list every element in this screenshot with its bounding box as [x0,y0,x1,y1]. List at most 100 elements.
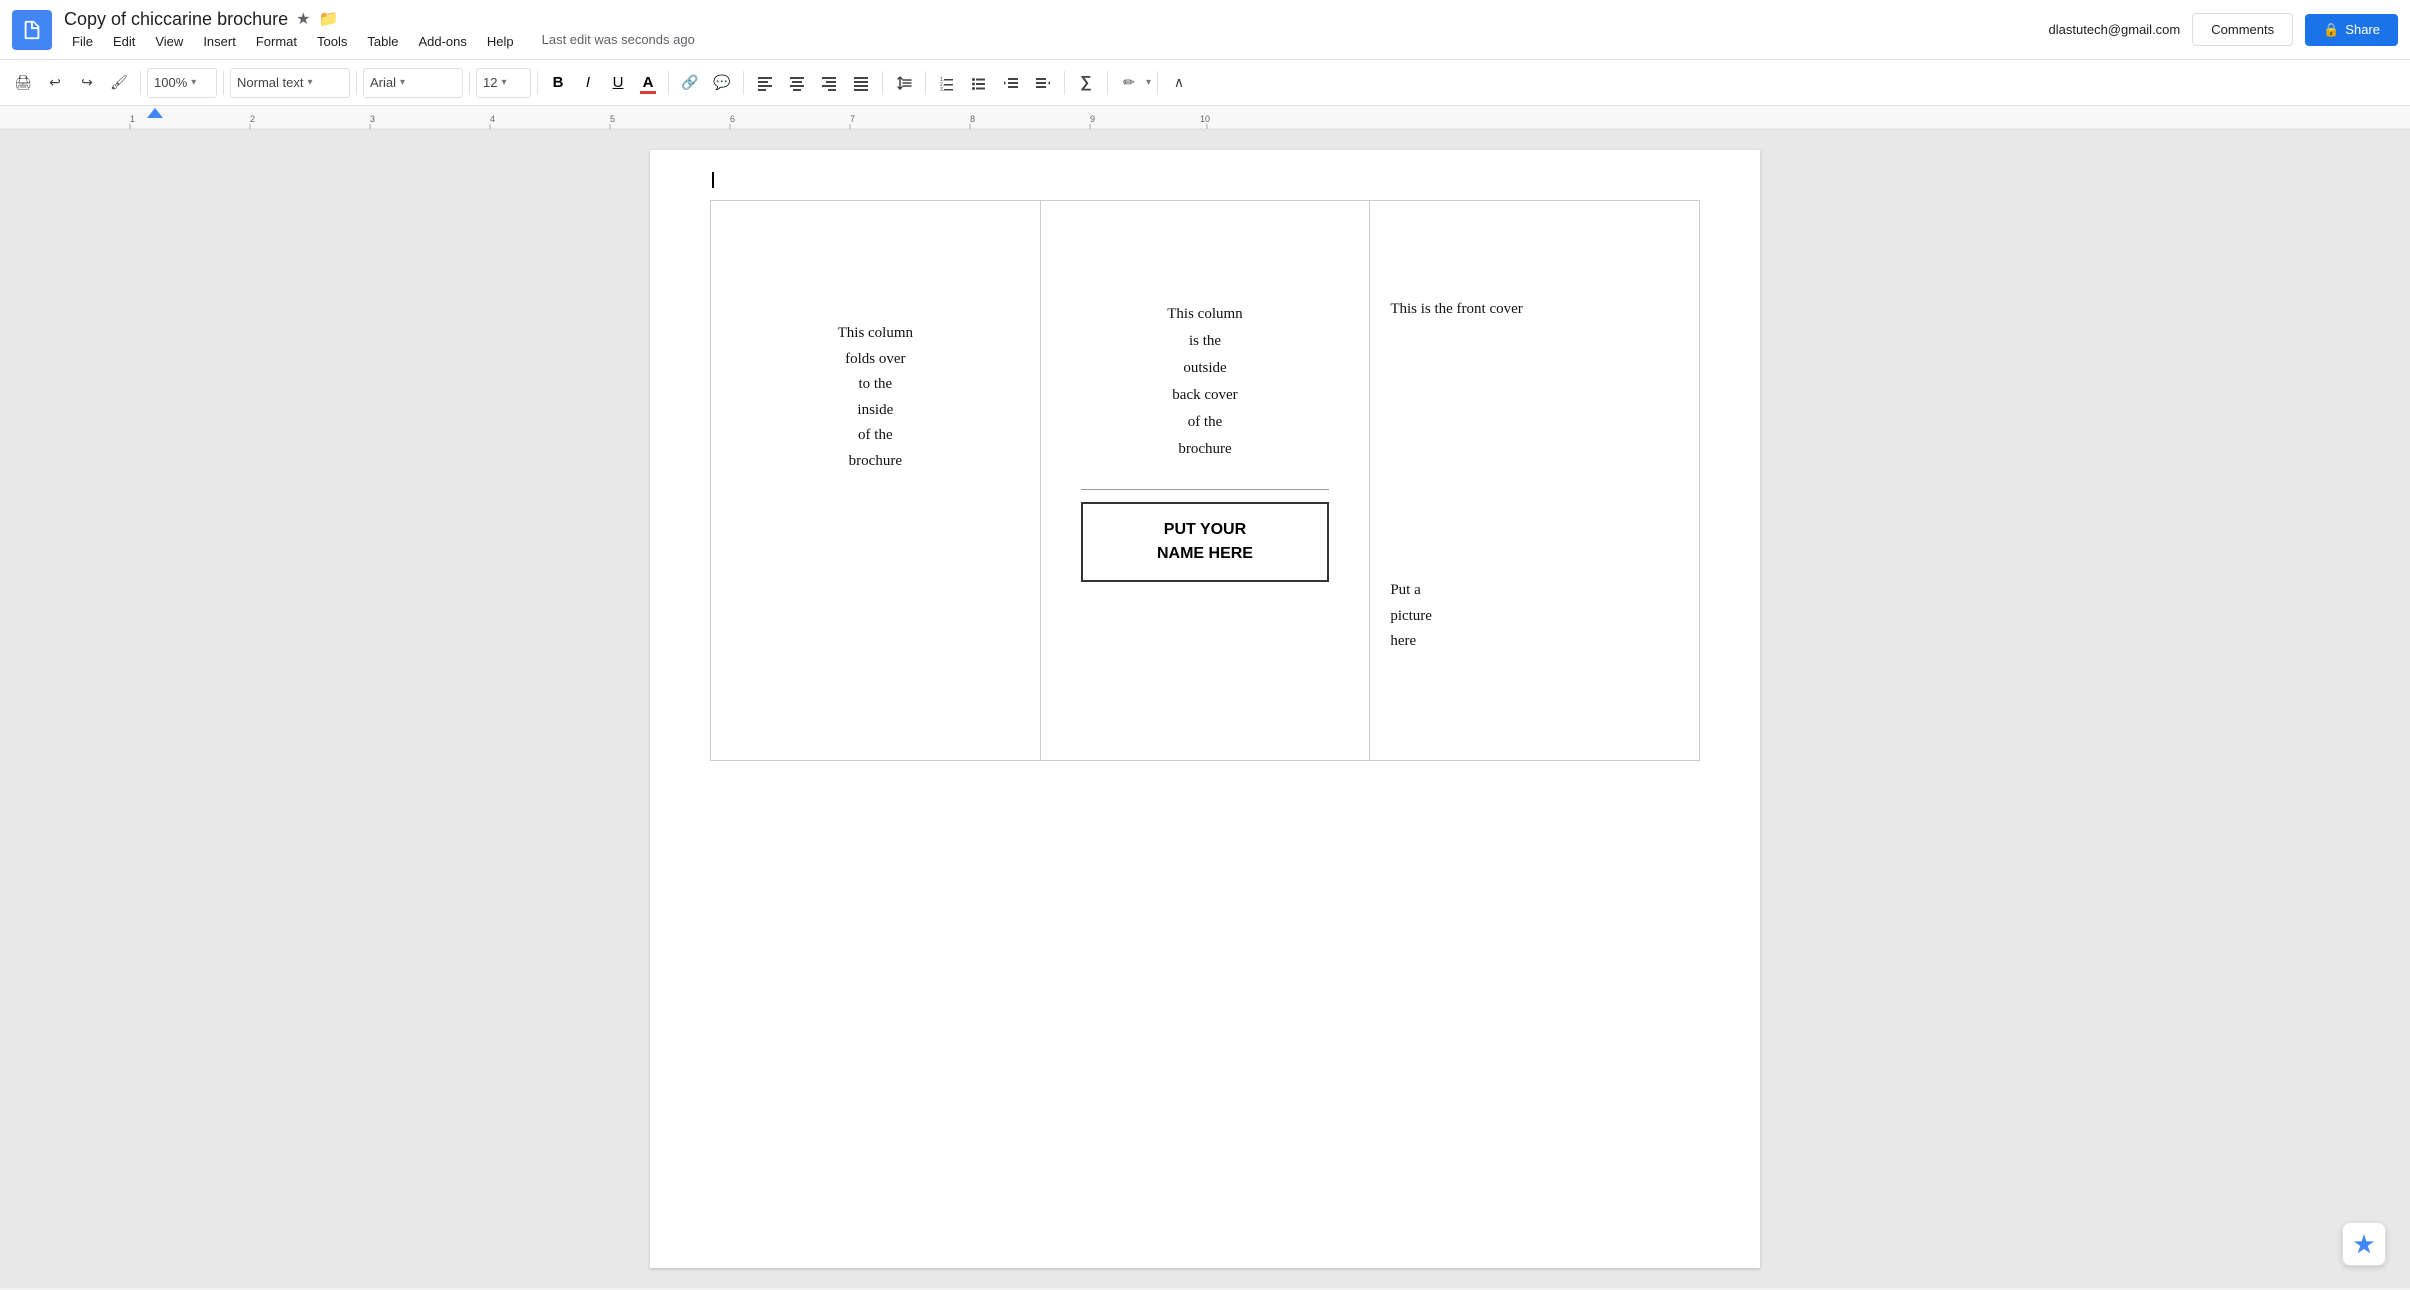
svg-text:10: 10 [1200,114,1210,124]
svg-text:3: 3 [370,114,375,124]
text-color-indicator [640,91,656,94]
align-right-button[interactable] [814,68,844,98]
menu-tools[interactable]: Tools [309,32,355,51]
name-box-text: PUT YOURNAME HERE [1093,518,1318,566]
redo-icon: ↪ [81,74,93,91]
save-status: Last edit was seconds ago [542,32,695,51]
align-justify-button[interactable] [846,68,876,98]
divider-11 [1107,71,1108,95]
numbered-list-icon: 1.2.3. [939,75,955,91]
divider-7 [743,71,744,95]
font-size-dropdown[interactable]: 12 ▾ [476,68,531,98]
cursor [712,172,714,188]
star-icon[interactable]: ★ [296,9,310,29]
align-justify-icon [853,75,869,91]
indent-more-button[interactable] [1028,68,1058,98]
svg-text:1: 1 [130,114,135,124]
menu-edit[interactable]: Edit [105,32,143,51]
collapse-toolbar-button[interactable]: ∧ [1164,68,1194,98]
folder-icon[interactable]: 📁 [318,9,338,29]
pen-icon: ✏ [1123,74,1135,91]
italic-button[interactable]: I [574,69,602,97]
bullet-list-icon [971,75,987,91]
menu-addons[interactable]: Add-ons [410,32,474,51]
undo-button[interactable]: ↩ [40,68,70,98]
share-label: Share [2345,22,2380,37]
menu-view[interactable]: View [147,32,191,51]
menu-help[interactable]: Help [479,32,522,51]
divider-12 [1157,71,1158,95]
top-right: dlastutech@gmail.com Comments 🔒 Share [2049,13,2398,46]
print-button[interactable]: 🖨 [8,68,38,98]
toolbar: 🖨 ↩ ↪ 🖌 100% ▾ Normal text ▾ Arial ▾ 12 … [0,60,2410,106]
font-name-value: Arial [370,75,396,90]
col3-front-text: This is the front cover [1390,221,1679,318]
zoom-arrow: ▾ [191,77,196,88]
col3-picture-text: Put apicturehere [1390,578,1679,655]
align-left-icon [757,75,773,91]
share-button[interactable]: 🔒 Share [2305,14,2398,46]
align-center-icon [789,75,805,91]
paint-format-button[interactable]: 🖌 [104,68,134,98]
brochure-col2[interactable]: This columnis theoutsideback coverof the… [1040,201,1370,761]
brochure-col1[interactable]: This columnfolds overto theinsideof theb… [711,201,1041,761]
numbered-list-button[interactable]: 1.2.3. [932,68,962,98]
comments-button[interactable]: Comments [2192,13,2293,46]
svg-text:9: 9 [1090,114,1095,124]
comment-button[interactable]: 💬 [707,68,737,98]
indent-less-icon [1003,75,1019,91]
text-color-button[interactable]: A [634,69,662,97]
paint-format-icon: 🖌 [110,74,128,91]
link-button[interactable]: 🔗 [675,68,705,98]
zoom-value: 100% [154,75,187,90]
collapse-icon: ∧ [1174,74,1184,91]
menu-file[interactable]: File [64,32,101,51]
col1-text: This columnfolds overto theinsideof theb… [731,221,1020,474]
pen-button[interactable]: ✏ [1114,68,1144,98]
menu-insert[interactable]: Insert [195,32,244,51]
doc-title[interactable]: Copy of chiccarine brochure [64,9,288,30]
font-name-arrow: ▾ [400,77,405,88]
font-style-value: Normal text [237,75,303,90]
divider-6 [668,71,669,95]
page[interactable]: This columnfolds overto theinsideof theb… [650,150,1760,1268]
indent-more-icon [1035,75,1051,91]
col2-top-text: This columnis theoutsideback coverof the… [1061,221,1350,479]
font-name-dropdown[interactable]: Arial ▾ [363,68,463,98]
user-email[interactable]: dlastutech@gmail.com [2049,22,2181,37]
underline-button[interactable]: U [604,69,632,97]
divider-1 [140,71,141,95]
comment-icon: 💬 [713,74,730,91]
name-box[interactable]: PUT YOURNAME HERE [1081,502,1330,582]
svg-text:4: 4 [490,114,495,124]
brochure-col3[interactable]: This is the front cover Put apicturehere [1370,201,1700,761]
bold-button[interactable]: B [544,69,572,97]
svg-text:6: 6 [730,114,735,124]
undo-icon: ↩ [49,74,61,91]
svg-text:7: 7 [850,114,855,124]
zoom-dropdown[interactable]: 100% ▾ [147,68,217,98]
formula-button[interactable]: ∑ [1071,68,1101,98]
ruler: 1 2 3 4 5 6 7 8 9 10 [0,106,2410,130]
font-style-dropdown[interactable]: Normal text ▾ [230,68,350,98]
line-spacing-button[interactable] [889,68,919,98]
ai-assistant-button[interactable] [2342,1222,2386,1266]
divider-3 [356,71,357,95]
redo-button[interactable]: ↪ [72,68,102,98]
print-icon: 🖨 [14,74,32,91]
share-lock-icon: 🔒 [2323,22,2339,38]
svg-text:8: 8 [970,114,975,124]
font-size-value: 12 [483,75,497,90]
align-center-button[interactable] [782,68,812,98]
divider-2 [223,71,224,95]
menu-format[interactable]: Format [248,32,305,51]
align-left-button[interactable] [750,68,780,98]
pen-arrow[interactable]: ▾ [1146,77,1151,88]
divider-9 [925,71,926,95]
menu-table[interactable]: Table [359,32,406,51]
link-icon: 🔗 [681,74,698,91]
col2-divider [1081,489,1330,490]
divider-4 [469,71,470,95]
bullet-list-button[interactable] [964,68,994,98]
indent-less-button[interactable] [996,68,1026,98]
